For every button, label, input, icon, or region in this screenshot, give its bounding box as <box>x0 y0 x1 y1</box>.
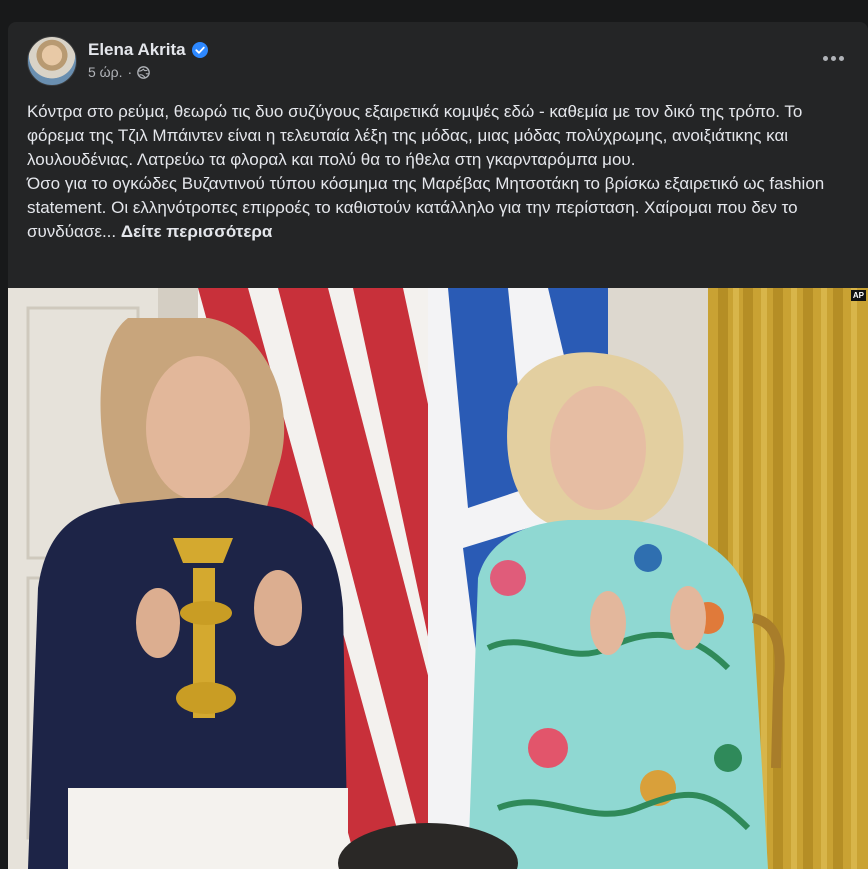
more-dot <box>838 55 844 61</box>
post-paragraph-1: Κόντρα στο ρεύμα, θεωρώ τις δυο συζύγους… <box>27 102 803 169</box>
post-paragraph-2: Όσο για το ογκώδες Βυζαντινού τύπου κόσμ… <box>27 172 857 244</box>
see-more-link[interactable]: Δείτε περισσότερα <box>121 222 273 241</box>
author-name[interactable]: Elena Akrita <box>88 40 186 60</box>
post-meta: 5 ώρ. · <box>88 64 150 80</box>
meta-separator: · <box>127 64 133 80</box>
more-dot <box>822 55 828 61</box>
more-dot <box>830 55 836 61</box>
post-timestamp[interactable]: 5 ώρ. <box>88 64 122 80</box>
photo-credit-badge: AP <box>850 290 866 301</box>
verified-badge-icon <box>191 42 208 58</box>
globe-icon[interactable] <box>137 65 150 79</box>
photo-illustration <box>8 288 868 869</box>
post-text: Κόντρα στο ρεύμα, θεωρώ τις δυο συζύγους… <box>27 100 857 244</box>
more-options-icon[interactable] <box>818 48 848 68</box>
post-card: Elena Akrita 5 ώρ. · Κόντρα στο ρεύμα, θ… <box>8 22 868 869</box>
author-avatar[interactable] <box>27 36 77 86</box>
post-photo[interactable]: AP <box>8 288 868 869</box>
post-header: Elena Akrita 5 ώρ. · <box>8 22 868 92</box>
author-row: Elena Akrita <box>88 40 208 60</box>
